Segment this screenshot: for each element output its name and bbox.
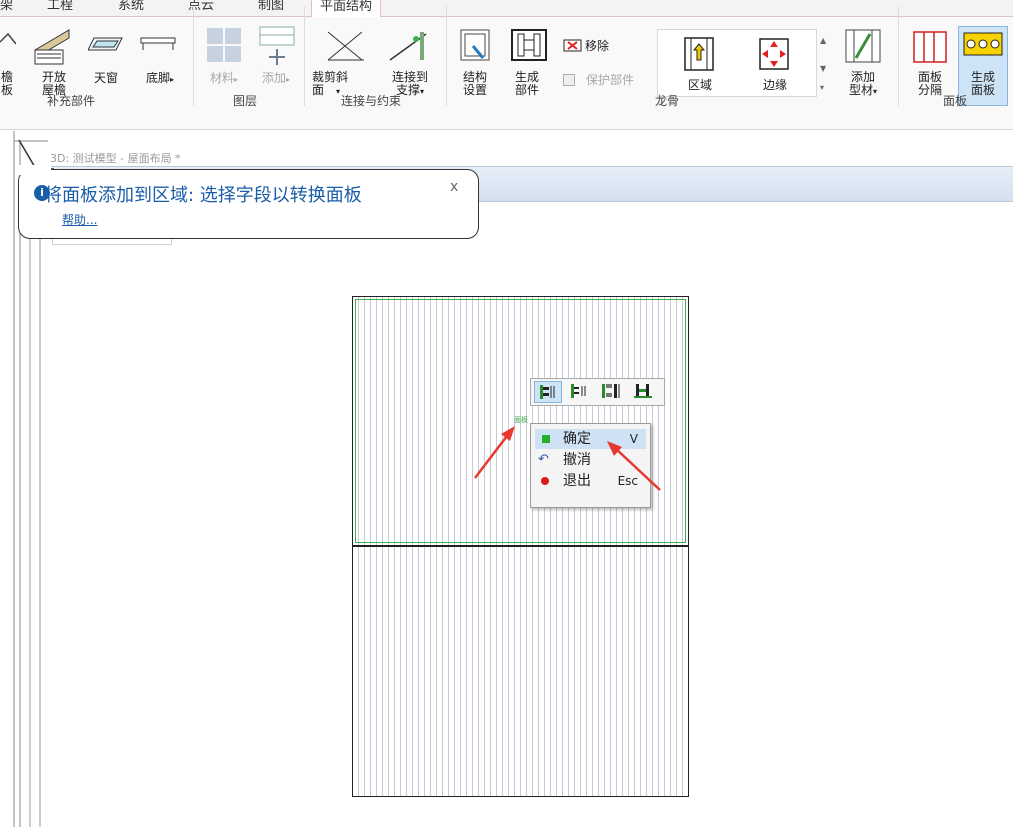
- keel-gallery: [657, 29, 817, 97]
- tooltip-message: 将面板添加到区域: 选择字段以转换面板: [44, 185, 362, 206]
- ribbon-separator: [193, 6, 194, 106]
- add-layer-icon: [259, 26, 295, 65]
- generate-panel-icon: [963, 32, 1003, 56]
- material-button[interactable]: 材料▸: [204, 72, 244, 86]
- tab-drawing[interactable]: 制图: [258, 0, 284, 17]
- generate-panel-label-2: 面板: [970, 83, 995, 97]
- generate-part-button[interactable]: 生成 部件: [510, 71, 544, 97]
- ribbon-separator: [898, 6, 899, 106]
- tab-project[interactable]: 工程: [47, 0, 73, 17]
- baseboard-label: 底脚: [145, 71, 170, 85]
- baseboard-icon: [140, 37, 176, 50]
- align-bottom-button[interactable]: [630, 381, 658, 403]
- annotation-arrow-left: [474, 431, 511, 479]
- eave-label-2: 板: [0, 83, 13, 97]
- region-button[interactable]: 区域: [684, 79, 716, 92]
- tab-frame[interactable]: 架: [0, 0, 13, 17]
- ribbon-tab-bar: 架 工程 系统 点云 制图 平面结构: [0, 0, 1013, 18]
- protect-checkbox[interactable]: [563, 74, 575, 86]
- skylight-icon: [88, 37, 123, 51]
- tooltip-help-link[interactable]: 帮助...: [62, 211, 97, 228]
- align-bottom-icon: [634, 384, 652, 398]
- skylight-button[interactable]: 天窗: [88, 72, 124, 85]
- tab-plane-structure[interactable]: 平面结构: [311, 0, 382, 18]
- add-profile-icon: [845, 29, 881, 63]
- align-right-button[interactable]: [598, 381, 626, 403]
- align-left-button[interactable]: [534, 381, 562, 403]
- cut-bevel-label-2: 面: [312, 83, 325, 97]
- add-profile-label-2: 型材: [848, 83, 873, 97]
- document-title: 3D: 测试模型 - 屋面布局 *: [50, 152, 181, 165]
- ribbon-separator: [304, 6, 305, 106]
- cut-bevel-icon: [327, 31, 364, 61]
- annotation-arrows: [474, 426, 661, 491]
- add-layer-label: 添加: [261, 71, 286, 85]
- edge-icon: [759, 38, 789, 70]
- edge-button[interactable]: 边缘: [758, 79, 792, 92]
- group-label-panel: 面板: [943, 94, 968, 108]
- group-label-layers: 图层: [233, 94, 258, 108]
- align-center-icon: [571, 384, 586, 398]
- annotation-arrow-right: [614, 447, 661, 491]
- generate-part-icon: [511, 29, 547, 61]
- group-label-supplement: 补充部件: [47, 94, 96, 108]
- add-profile-button[interactable]: 添加 型材▾: [842, 71, 884, 98]
- gallery-expand[interactable]: ▾: [820, 81, 824, 94]
- align-left-icon: [540, 385, 555, 399]
- baseboard-button[interactable]: 底脚▸: [140, 72, 180, 86]
- protect-part-label: 保护部件: [586, 73, 635, 87]
- tab-point-cloud[interactable]: 点云: [188, 0, 214, 17]
- material-label: 材料: [209, 71, 234, 85]
- struct-settings-icon: [460, 29, 490, 61]
- region-icon: [684, 37, 714, 71]
- tooltip-close-button[interactable]: x: [450, 179, 458, 195]
- eave-button[interactable]: 檐 板: [0, 71, 14, 97]
- group-label-connect: 连接与约束: [341, 94, 402, 108]
- group-label-keel: 龙骨: [655, 94, 680, 108]
- panel-region-bottom[interactable]: [352, 546, 689, 797]
- tooltip-pointer-mask: [19, 165, 51, 175]
- material-grid-icon: [207, 28, 241, 62]
- arrow-head-left-icon: [501, 426, 515, 441]
- struct-settings-label-2: 设置: [462, 83, 487, 97]
- tab-system[interactable]: 系统: [118, 0, 144, 17]
- generate-part-label-2: 部件: [514, 83, 539, 97]
- remove-icon: [563, 39, 582, 52]
- add-layer-button[interactable]: 添加▸: [256, 72, 296, 86]
- gallery-scroll-up[interactable]: ▲: [820, 34, 826, 47]
- remove-button[interactable]: 移除: [585, 40, 609, 53]
- ribbon-separator: [446, 6, 447, 106]
- gallery-scroll-down[interactable]: ▼: [820, 62, 826, 75]
- align-right-icon: [602, 384, 620, 398]
- connect-support-icon: [389, 32, 427, 61]
- struct-settings-button[interactable]: 结构 设置: [458, 71, 492, 97]
- panel-divide-icon: [913, 31, 947, 63]
- open-eave-icon: [34, 29, 70, 65]
- generate-panel-label: 生成 面板: [962, 71, 1004, 97]
- eave-icon: [0, 32, 16, 45]
- align-center-button[interactable]: [566, 381, 594, 403]
